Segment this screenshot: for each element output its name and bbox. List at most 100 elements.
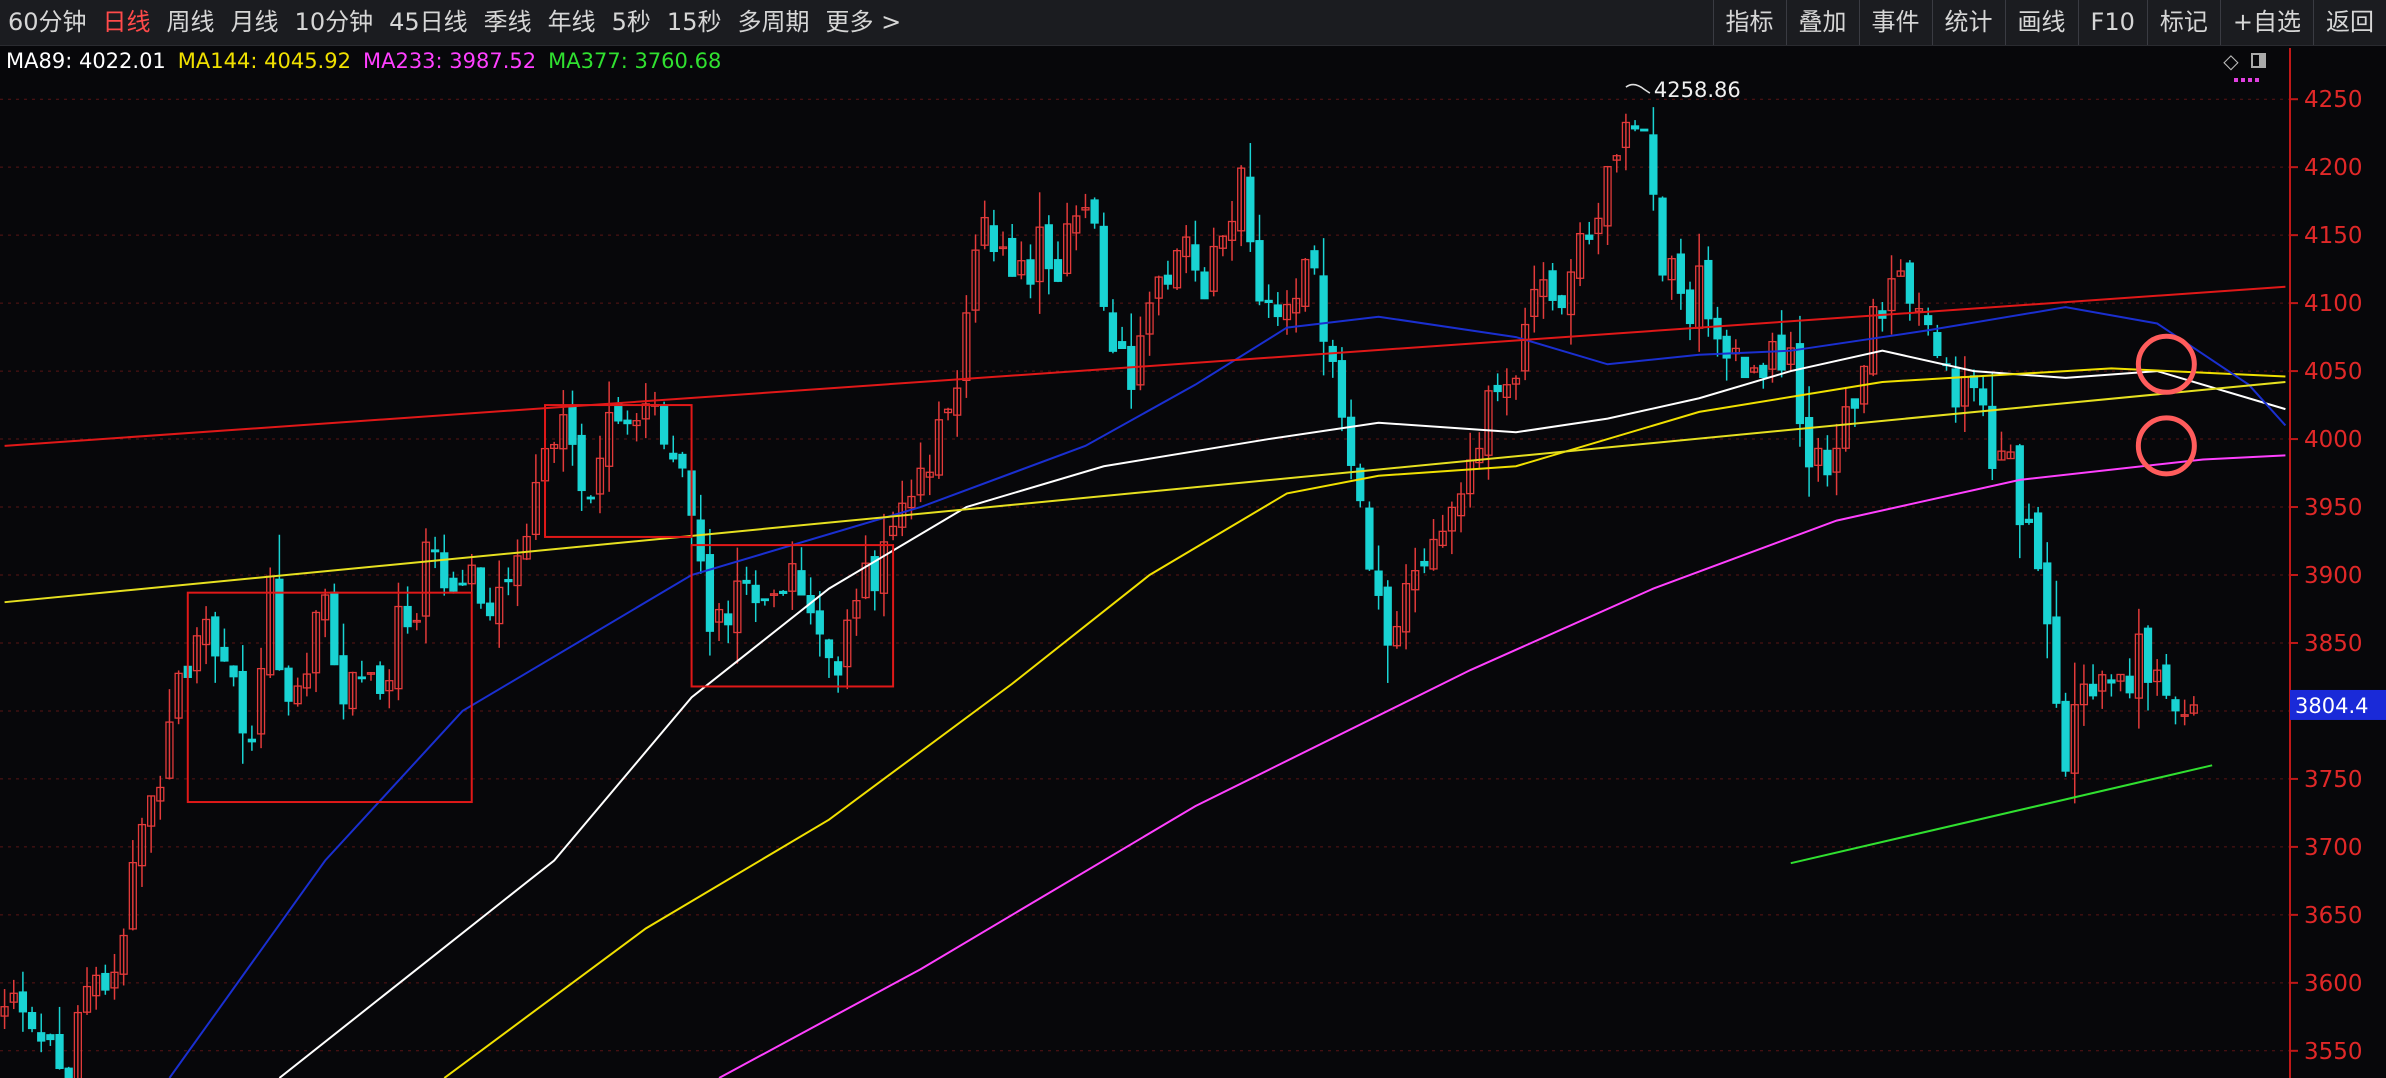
candle-body-180 bbox=[1649, 134, 1658, 195]
candle-body-196 bbox=[1795, 343, 1805, 425]
candle-219 bbox=[2006, 444, 2015, 460]
period-tab-2[interactable]: 周线 bbox=[159, 0, 223, 45]
candle-body-32 bbox=[293, 685, 302, 705]
candle-118 bbox=[1081, 193, 1090, 219]
candle-19 bbox=[174, 670, 183, 725]
candle-body-176 bbox=[1612, 155, 1621, 161]
candle-body-221 bbox=[2024, 518, 2034, 523]
candle-182 bbox=[1667, 255, 1676, 300]
candle-167 bbox=[1530, 265, 1539, 333]
candle-128 bbox=[1172, 248, 1182, 290]
candle-body-107 bbox=[980, 216, 989, 246]
tool-1[interactable]: 叠加 bbox=[1785, 0, 1859, 45]
candle-body-66 bbox=[605, 411, 614, 467]
candle-59 bbox=[540, 428, 550, 508]
candle-body-91 bbox=[834, 661, 843, 676]
candle-body-131 bbox=[1200, 271, 1209, 300]
candle-body-207 bbox=[1896, 270, 1905, 277]
candle-body-219 bbox=[2006, 451, 2015, 460]
candle-body-12 bbox=[110, 971, 119, 989]
candle-222 bbox=[2033, 506, 2043, 572]
candle-body-158 bbox=[1447, 506, 1456, 532]
candle-63 bbox=[577, 423, 586, 511]
tool-2[interactable]: 事件 bbox=[1858, 0, 1932, 45]
y-tick-label-13: 3600 bbox=[2304, 971, 2363, 997]
candle-body-7 bbox=[64, 1067, 73, 1078]
candle-body-110 bbox=[1008, 237, 1017, 277]
diamond-icon[interactable]: ◇ bbox=[2220, 50, 2242, 72]
candle-103 bbox=[943, 407, 953, 421]
period-tab-5[interactable]: 45日线 bbox=[381, 0, 476, 45]
candle-217 bbox=[1988, 373, 1997, 481]
candle-30 bbox=[275, 534, 284, 671]
candle-body-1 bbox=[9, 992, 18, 1003]
tool-5[interactable]: F10 bbox=[2077, 0, 2147, 45]
period-tab-3[interactable]: 月线 bbox=[223, 0, 287, 45]
period-tab-11[interactable]: 更多 > bbox=[817, 0, 909, 45]
chart-controls: ◇ bbox=[2220, 50, 2290, 84]
tool-4[interactable]: 画线 bbox=[2004, 0, 2078, 45]
candle-122 bbox=[1117, 326, 1127, 350]
candle-143 bbox=[1310, 245, 1319, 275]
tool-7[interactable]: +自选 bbox=[2219, 0, 2313, 45]
period-tab-7[interactable]: 年线 bbox=[540, 0, 604, 45]
candle-35 bbox=[321, 588, 330, 638]
candle-body-145 bbox=[1328, 345, 1337, 362]
candle-121 bbox=[1108, 299, 1118, 354]
period-tab-6[interactable]: 季线 bbox=[476, 0, 540, 45]
candle-body-144 bbox=[1319, 275, 1328, 342]
candle-215 bbox=[1969, 369, 1979, 402]
candle-body-108 bbox=[989, 225, 998, 253]
period-tab-1[interactable]: 日线 bbox=[95, 0, 159, 45]
candle-102 bbox=[934, 401, 944, 479]
period-tab-4[interactable]: 10分钟 bbox=[287, 0, 382, 45]
candle-142 bbox=[1301, 257, 1310, 312]
tool-8[interactable]: 返回 bbox=[2313, 0, 2386, 45]
tool-6[interactable]: 标记 bbox=[2146, 0, 2220, 45]
candle-239 bbox=[2189, 696, 2198, 716]
candle-body-217 bbox=[1988, 405, 1997, 469]
candle-body-119 bbox=[1090, 199, 1099, 224]
candle-body-124 bbox=[1136, 335, 1145, 386]
candle-88 bbox=[806, 577, 815, 625]
period-tab-9[interactable]: 15秒 bbox=[659, 0, 730, 45]
candle-33 bbox=[302, 652, 311, 697]
candle-173 bbox=[1585, 221, 1594, 245]
candle-65 bbox=[595, 435, 605, 514]
candle-body-11 bbox=[101, 972, 110, 991]
range-box-1 bbox=[544, 404, 693, 538]
candle-154 bbox=[1411, 547, 1420, 613]
y-tick-label-0: 4250 bbox=[2304, 87, 2363, 113]
period-tab-0[interactable]: 60分钟 bbox=[0, 0, 95, 45]
kline-chart[interactable]: 4250 4200 4150 4100 4050 4000 3950 3900 3850 3800… bbox=[0, 0, 2386, 1078]
period-tab-10[interactable]: 多周期 bbox=[729, 0, 817, 45]
candle-body-189 bbox=[1731, 347, 1740, 355]
candle-133 bbox=[1218, 235, 1227, 257]
candle-111 bbox=[1017, 241, 1026, 280]
period-tab-8[interactable]: 5秒 bbox=[604, 0, 659, 45]
candle-body-50 bbox=[458, 582, 467, 586]
candle-body-38 bbox=[348, 671, 357, 710]
candle-75 bbox=[687, 450, 696, 547]
panel-toggle-icon[interactable] bbox=[2248, 50, 2270, 72]
candle-231 bbox=[2116, 673, 2125, 692]
candle-198 bbox=[1814, 437, 1823, 482]
candle-body-173 bbox=[1585, 234, 1594, 240]
candle-body-18 bbox=[165, 721, 174, 779]
candle-183 bbox=[1676, 238, 1685, 310]
candle-140 bbox=[1282, 290, 1292, 335]
tool-3[interactable]: 统计 bbox=[1931, 0, 2005, 45]
candle-body-184 bbox=[1685, 289, 1695, 325]
candle-29 bbox=[266, 567, 275, 678]
candle-body-79 bbox=[724, 613, 733, 626]
candle-202 bbox=[1850, 398, 1860, 427]
candle-18 bbox=[165, 689, 174, 780]
candle-body-102 bbox=[934, 419, 944, 476]
tool-0[interactable]: 指标 bbox=[1712, 0, 1786, 45]
candle-body-172 bbox=[1575, 232, 1585, 279]
candle-body-138 bbox=[1264, 299, 1273, 303]
candle-211 bbox=[1933, 324, 1942, 359]
candle-body-141 bbox=[1292, 297, 1301, 314]
candle-body-95 bbox=[870, 556, 879, 592]
candle-210 bbox=[1924, 307, 1933, 336]
